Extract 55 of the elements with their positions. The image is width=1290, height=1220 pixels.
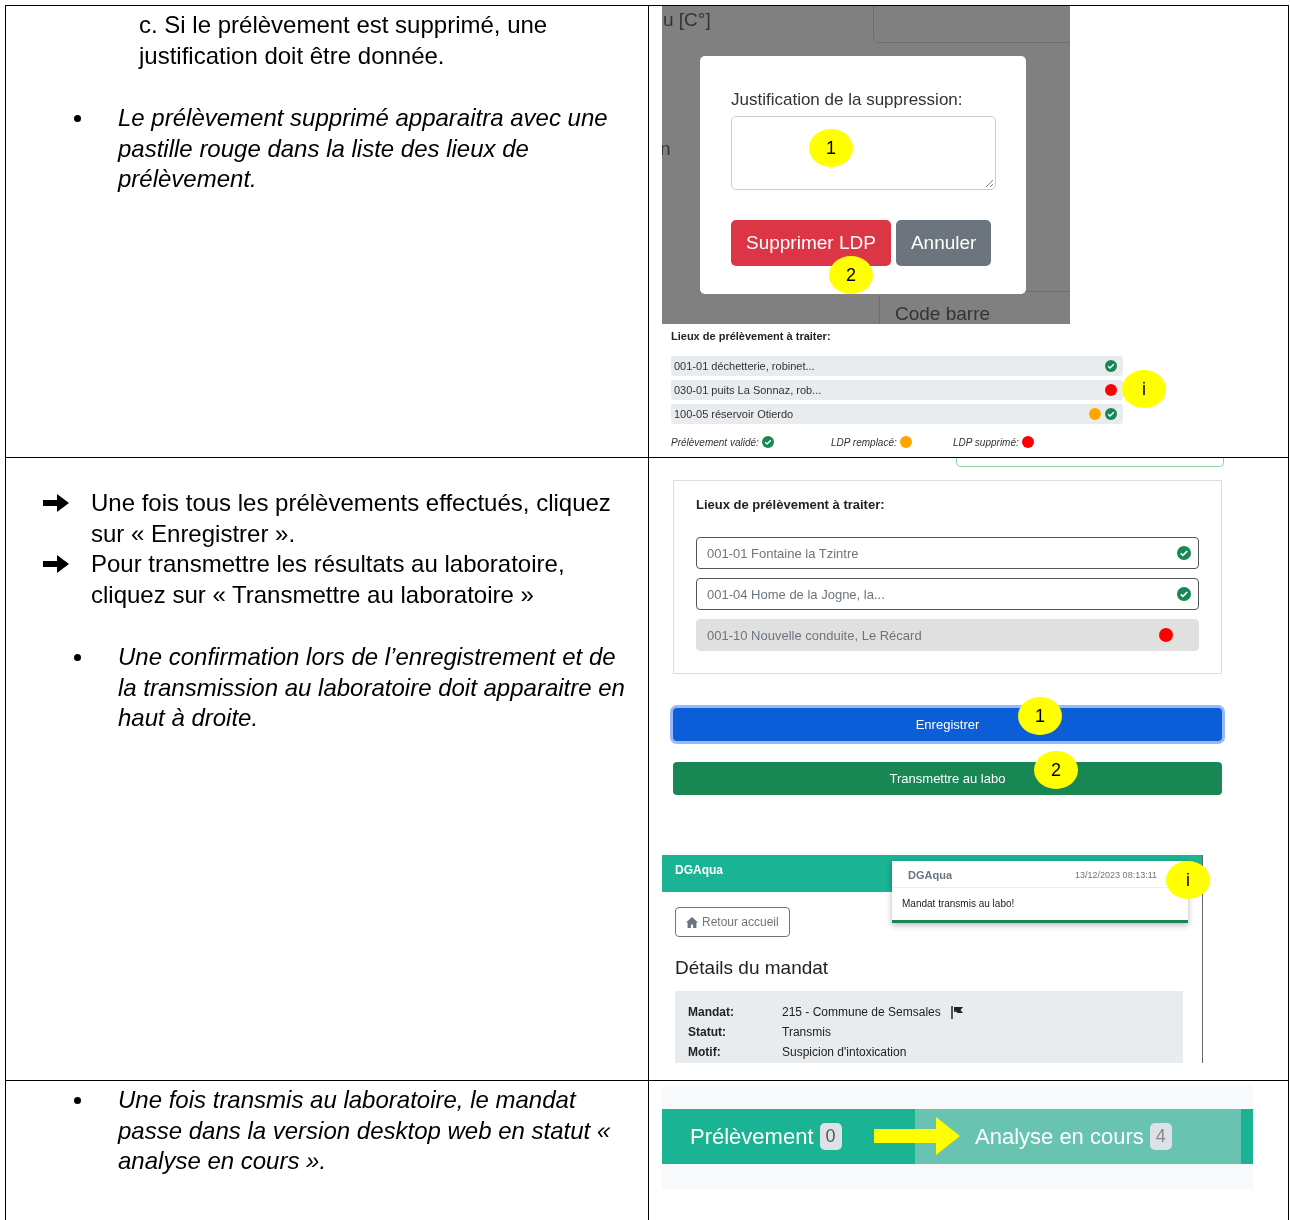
check-circle-icon [761, 436, 774, 448]
arrow-icon [874, 1117, 960, 1155]
page-heading: Détails du mandat [675, 957, 830, 979]
callout-marker: 2 [829, 256, 873, 294]
location-field[interactable]: 001-04 Home de la Jogne, la... [696, 578, 1199, 610]
count-label: 4 [1149, 1123, 1172, 1150]
count-label: 0 [819, 1123, 842, 1150]
detail-value: Transmis [782, 1025, 831, 1039]
dialog-button[interactable]: Supprimer LDP [731, 220, 891, 266]
toast-title: DGAqua [908, 869, 952, 881]
back-button[interactable]: Retour accueil [675, 907, 790, 937]
detail-label: Mandat: [688, 1005, 735, 1019]
bullet-icon [74, 1097, 81, 1104]
paragraph: c. Si le prélèvement est supprimé, une justification doit être donnée. [139, 10, 549, 71]
section-title: Lieux de prélèvement à traiter: [671, 330, 832, 342]
location-item[interactable]: 100-05 réservoir Otierdo [671, 404, 1123, 424]
status-dot [899, 436, 912, 448]
arrow-icon [43, 554, 69, 574]
detail-label: Statut: [688, 1025, 727, 1039]
justification-field[interactable] [731, 116, 996, 190]
paragraph: Une fois tous les prélèvements effectués, cliquez sur « Enregistrer ». [91, 488, 612, 549]
detail-value: 215 - Commune de Semsales [782, 1005, 941, 1019]
detail-label: Motif: [688, 1045, 722, 1059]
form-label: n [662, 138, 671, 160]
legend-label: LDP supprimé: [953, 436, 1019, 448]
toast-time: 13/12/2023 08:13:11 [1075, 870, 1157, 880]
status-dot [1021, 436, 1034, 448]
form-label: Code barre [895, 303, 991, 324]
dialog-button[interactable]: Annuler [895, 220, 992, 266]
resize-grip-icon [985, 179, 993, 187]
location-field[interactable]: 001-01 Fontaine la Tzintre [696, 537, 1199, 569]
flag-icon [950, 1005, 964, 1019]
detail-value: Suspicion d'intoxication [782, 1045, 907, 1059]
section-title: Lieux de prélèvement à traiter: [696, 497, 886, 512]
toast-message: Mandat transmis au labo! [901, 897, 1016, 911]
bullet-icon [74, 654, 81, 661]
paragraph: Une fois transmis au laboratoire, le mandat passe dans la version desktop web en statut « analyse en cours ». [118, 1085, 612, 1176]
callout-marker: 1 [809, 129, 853, 167]
arrow-icon [43, 493, 69, 513]
app-brand: DGAqua [675, 863, 723, 877]
location-item[interactable]: 030-01 puits La Sonnaz, rob... [671, 380, 1123, 400]
legend-label: Prélèvement validé: [671, 436, 759, 448]
callout-marker: 2 [1034, 751, 1078, 789]
field-label: Justification de la suppression: [731, 90, 964, 110]
paragraph: Pour transmettre les résultats au laboratoire, cliquez sur « Transmettre au laboratoire » [91, 549, 566, 610]
callout-marker: 1 [1018, 697, 1062, 735]
bullet-icon [74, 115, 81, 122]
paragraph: Le prélèvement supprimé apparaitra avec une pastille rouge dans la liste des lieux de prélèvement. [118, 103, 609, 194]
legend-label: LDP remplacé: [831, 436, 897, 448]
location-item[interactable]: 001-01 déchetterie, robinet... [671, 356, 1123, 376]
status-tab[interactable]: Analyse en cours 4 [915, 1109, 1241, 1164]
paragraph: Une confirmation lors de l’enregistrement et de la transmission au laboratoire doit apparaitre en haut à droite. [118, 642, 626, 733]
form-label: u [C°] [663, 9, 711, 31]
callout-marker: i [1122, 370, 1166, 408]
home-icon [686, 916, 698, 928]
